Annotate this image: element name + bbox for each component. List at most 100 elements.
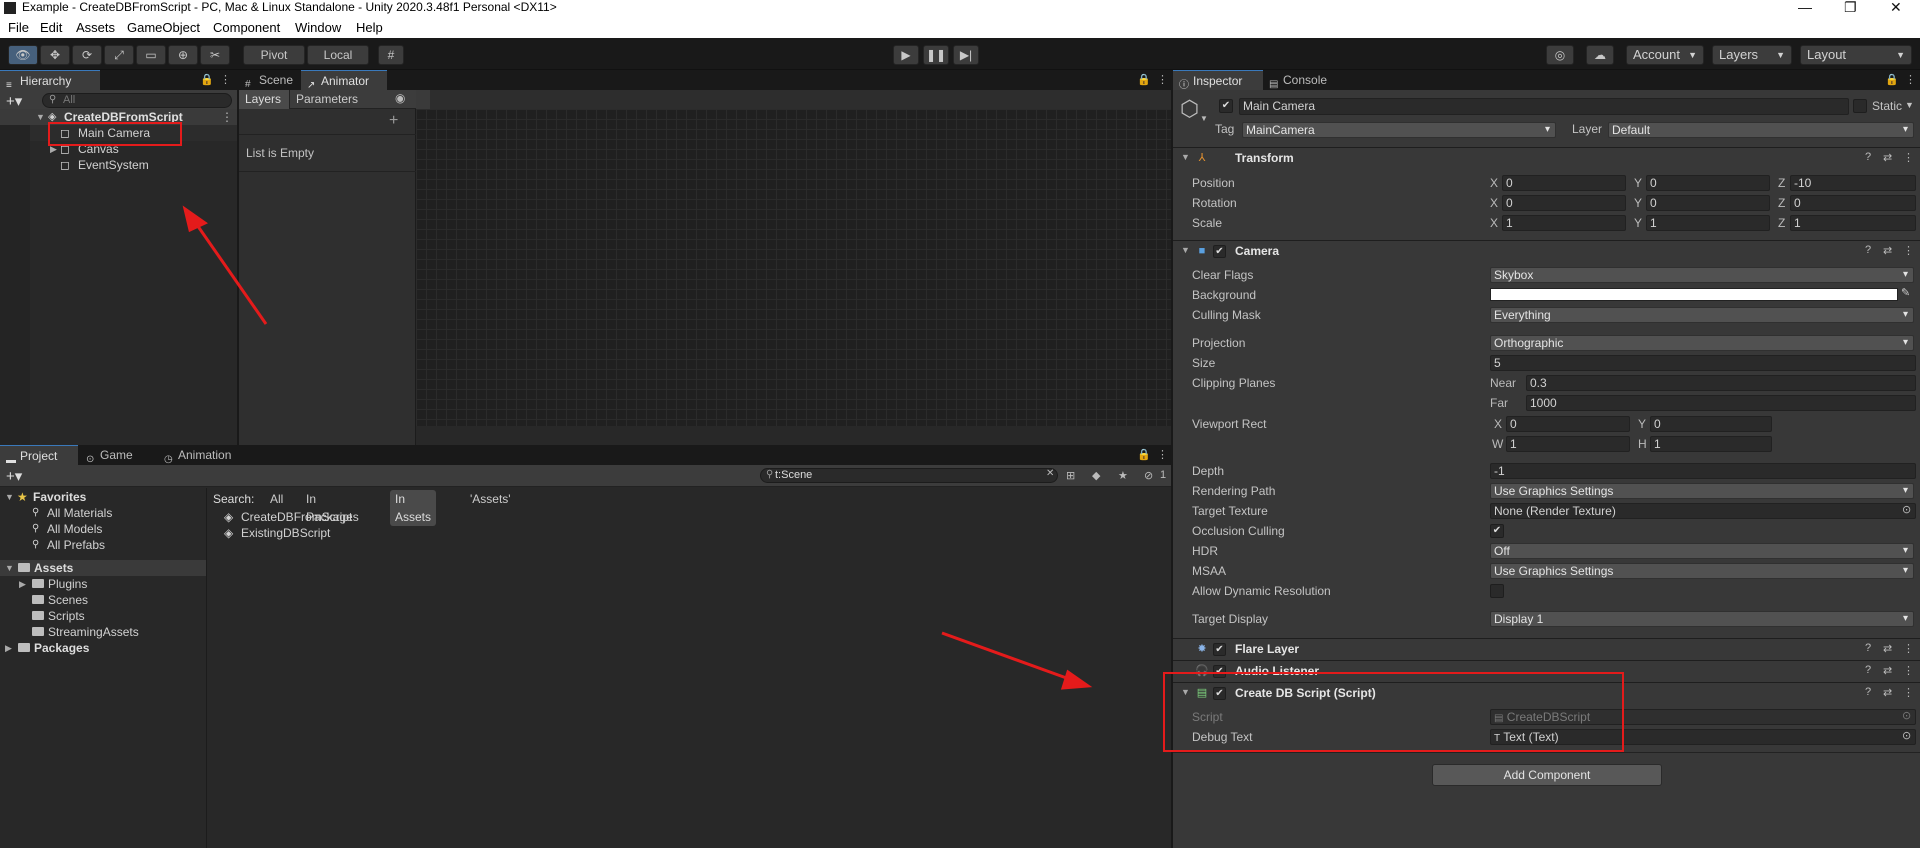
menu-window[interactable]: Window (295, 20, 341, 35)
scale-x-field[interactable]: 1 (1502, 215, 1626, 231)
object-picker-icon[interactable]: ⊙ (1902, 503, 1911, 516)
chevron-down-icon[interactable]: ▼ (1905, 100, 1914, 110)
menu-file[interactable]: File (8, 20, 29, 35)
animator-graph-canvas[interactable] (416, 109, 1173, 426)
culling-mask-dropdown[interactable]: Everything (1490, 307, 1914, 323)
viewport-w-field[interactable]: 1 (1506, 436, 1630, 452)
dynamic-resolution-checkbox[interactable] (1490, 584, 1504, 598)
asset-folder-scripts[interactable]: Scripts (0, 608, 206, 624)
target-display-dropdown[interactable]: Display 1 (1490, 611, 1914, 627)
tab-game[interactable]: ⊙ Game (80, 445, 150, 465)
transform-component-header[interactable]: ▼ ⅄ Transform ? ⇄ ⋮ (1173, 147, 1920, 169)
far-field[interactable]: 1000 (1526, 395, 1916, 411)
snap-grid-icon[interactable]: # (378, 45, 404, 65)
viewport-h-field[interactable]: 1 (1650, 436, 1772, 452)
custom-tool-icon[interactable]: ✂ (200, 45, 230, 65)
step-icon[interactable]: ▶| (953, 45, 979, 65)
add-icon[interactable]: +▾ (6, 92, 22, 110)
more-icon[interactable]: ⋮ (1903, 642, 1914, 655)
camera-component-header[interactable]: ▼ ■ ✔ Camera ? ⇄ ⋮ (1173, 240, 1920, 262)
play-icon[interactable]: ▶ (893, 45, 919, 65)
scale-y-field[interactable]: 1 (1646, 215, 1770, 231)
menu-component[interactable]: Component (213, 20, 280, 35)
more-icon[interactable]: ⋮ (221, 109, 233, 125)
position-y-field[interactable]: 0 (1646, 175, 1770, 191)
favorite-item[interactable]: ⚲ All Prefabs (0, 537, 206, 553)
clear-flags-dropdown[interactable]: Skybox (1490, 267, 1914, 283)
more-icon[interactable]: ⋮ (1157, 448, 1168, 461)
packages-row[interactable]: ▶ Packages (0, 640, 206, 656)
result-item[interactable]: ◈ ExistingDBScript (224, 525, 524, 541)
rotation-z-field[interactable]: 0 (1790, 195, 1916, 211)
position-z-field[interactable]: -10 (1790, 175, 1916, 191)
favorite-item[interactable]: ⚲ All Models (0, 521, 206, 537)
transform-tool-icon[interactable]: ⊕ (168, 45, 198, 65)
tab-parameters[interactable]: Parameters (291, 90, 361, 109)
minimize-icon[interactable]: — (1798, 0, 1812, 14)
tag-dropdown[interactable]: MainCamera (1242, 122, 1556, 138)
scale-tool-icon[interactable]: ⤢ (104, 45, 134, 65)
asset-folder-plugins[interactable]: ▶ Plugins (0, 576, 206, 592)
search-by-type-icon[interactable]: ⊞ (1066, 469, 1075, 482)
layout-dropdown[interactable]: Layout ▼ (1800, 45, 1912, 65)
asset-folder-scenes[interactable]: Scenes (0, 592, 206, 608)
more-icon[interactable]: ⋮ (1903, 244, 1914, 257)
eyedropper-icon[interactable]: ✎ (1901, 286, 1910, 299)
occlusion-culling-checkbox[interactable]: ✔ (1490, 524, 1504, 538)
lock-icon[interactable]: 🔒 (1137, 448, 1151, 461)
viewport-y-field[interactable]: 0 (1650, 416, 1772, 432)
tab-scene[interactable]: # Scene (239, 70, 301, 90)
preset-icon[interactable]: ⇄ (1883, 664, 1892, 677)
viewport-x-field[interactable]: 0 (1506, 416, 1630, 432)
label-icon[interactable]: ◆ (1092, 469, 1100, 482)
assets-row[interactable]: ▼ Assets (0, 560, 206, 576)
object-name-field[interactable]: Main Camera (1239, 98, 1849, 115)
help-icon[interactable]: ? (1865, 664, 1871, 676)
target-texture-field[interactable]: None (Render Texture) (1490, 503, 1916, 519)
layer-dropdown[interactable]: Default (1608, 122, 1914, 138)
hidden-packages-icon[interactable]: ⊘ (1144, 469, 1153, 482)
position-x-field[interactable]: 0 (1502, 175, 1626, 191)
hdr-dropdown[interactable]: Off (1490, 543, 1914, 559)
msaa-dropdown[interactable]: Use Graphics Settings (1490, 563, 1914, 579)
tab-console[interactable]: ▤ Console (1263, 70, 1343, 90)
lock-icon[interactable]: 🔒 (200, 73, 214, 86)
object-picker-icon[interactable]: ⊙ (1902, 729, 1911, 742)
more-icon[interactable]: ⋮ (220, 73, 231, 86)
maximize-icon[interactable]: ❐ (1844, 0, 1857, 14)
menu-help[interactable]: Help (356, 20, 383, 35)
favorite-star-icon[interactable]: ★ (1118, 469, 1128, 482)
camera-enabled-checkbox[interactable]: ✔ (1213, 245, 1226, 258)
menu-gameobject[interactable]: GameObject (127, 20, 200, 35)
move-tool-icon[interactable]: ✥ (40, 45, 70, 65)
help-icon[interactable]: ? (1865, 642, 1871, 654)
tab-animation[interactable]: ◷ Animation (158, 445, 248, 465)
menu-assets[interactable]: Assets (76, 20, 115, 35)
more-icon[interactable]: ⋮ (1903, 686, 1914, 699)
tab-layers[interactable]: Layers (239, 90, 290, 109)
active-checkbox[interactable]: ✔ (1219, 99, 1233, 113)
favorite-item[interactable]: ⚲ All Materials (0, 505, 206, 521)
rect-tool-icon[interactable]: ▭ (136, 45, 166, 65)
flare-layer-component-header[interactable]: ✸ ✔ Flare Layer ? ⇄ ⋮ (1173, 638, 1920, 660)
rendering-path-dropdown[interactable]: Use Graphics Settings (1490, 483, 1914, 499)
preset-icon[interactable]: ⇄ (1883, 151, 1892, 164)
add-layer-icon[interactable]: + (389, 112, 398, 130)
lock-icon[interactable]: 🔒 (1137, 73, 1151, 86)
view-tool-icon[interactable]: 👁 (8, 45, 38, 65)
rotate-tool-icon[interactable]: ⟳ (72, 45, 102, 65)
collab-icon[interactable]: ◎ (1546, 45, 1574, 65)
layers-dropdown[interactable]: Layers ▼ (1712, 45, 1792, 65)
size-field[interactable]: 5 (1490, 355, 1916, 371)
help-icon[interactable]: ? (1865, 686, 1871, 698)
scale-z-field[interactable]: 1 (1790, 215, 1916, 231)
depth-field[interactable]: -1 (1490, 463, 1916, 479)
result-item[interactable]: ◈ CreateDBFromScript (224, 509, 524, 525)
tab-project[interactable]: ▬ Project (0, 445, 78, 466)
project-search-input[interactable]: ⚲ t:Scene ✕ (760, 468, 1058, 483)
more-icon[interactable]: ⋮ (1905, 73, 1916, 86)
clear-search-icon[interactable]: ✕ (1046, 468, 1054, 479)
preset-icon[interactable]: ⇄ (1883, 686, 1892, 699)
pause-icon[interactable]: ❚❚ (923, 45, 949, 65)
help-icon[interactable]: ? (1865, 151, 1871, 163)
